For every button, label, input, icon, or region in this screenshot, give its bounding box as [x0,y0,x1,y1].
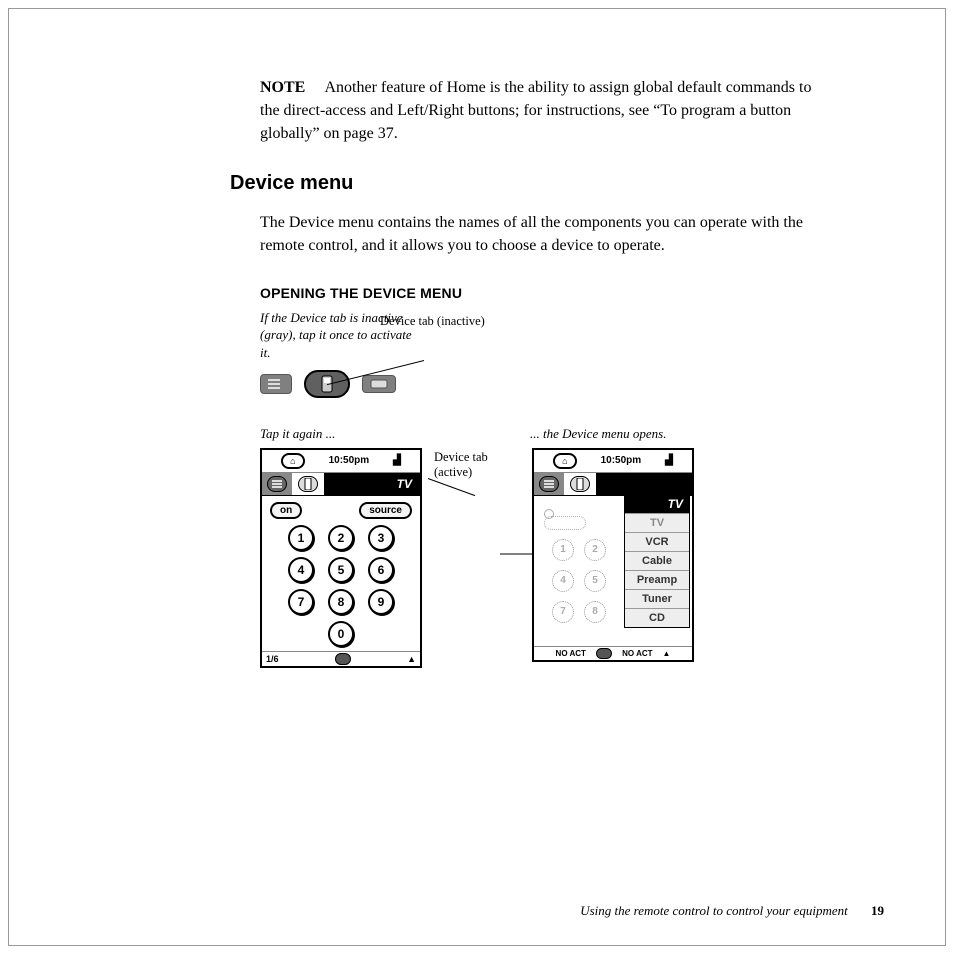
section-heading: Device menu [230,172,894,195]
device-menu-item-preamp: Preamp [625,570,689,589]
footer-text: Using the remote control to control your… [580,903,848,918]
device-menu-panel: TV TV VCR Cable Preamp Tuner CD [624,494,690,628]
digit-5: 5 [328,557,354,583]
tab-bar-illustration [260,370,894,398]
home-icon: ⌂ [281,453,304,469]
scroll-up-icon: ▲ [663,649,671,658]
section-body: The Device menu contains the names of al… [260,211,834,257]
battery-icon: ▟ [393,455,401,466]
device-tab-small-icon [570,476,590,492]
digit-8: 8 [328,589,354,615]
bottom-pill-icon [335,653,352,665]
device-menu-header: TV [625,495,689,513]
list-tab-icon [260,374,292,394]
device-menu-item-tv: TV [625,513,689,532]
on-button: on [270,502,302,519]
noact-right: NO ACT [622,649,652,658]
digit-7: 7 [288,589,314,615]
caption-opens: ... the Device menu opens. [530,426,666,442]
digit-9: 9 [368,589,394,615]
callout-device-tab-inactive: Device tab (inactive) [380,314,520,329]
page-number: 19 [871,903,884,918]
digit-3: 3 [368,525,394,551]
device-menu-item-cable: Cable [625,551,689,570]
source-button: source [359,502,412,519]
current-device-label: TV [324,477,420,491]
subheading: OPENING THE DEVICE MENU [260,285,894,301]
noact-left: NO ACT [556,649,586,658]
remote-screen-closed: ⌂ 10:50pm ▟ TV on source 1 2 3 [260,448,422,668]
keypad-ghosted: 12 45 78 [540,516,626,634]
home-icon: ⌂ [553,453,576,469]
caption-tap-again: Tap it again ... [260,426,335,442]
battery-icon: ▟ [665,455,673,466]
page-indicator: 1/6 [266,654,279,664]
scroll-up-icon: ▲ [407,654,416,664]
digit-4: 4 [288,557,314,583]
device-tab-small-icon [298,476,318,492]
callout-device-tab-active: Device tab (active) [434,450,504,481]
bottom-pill-icon [596,648,612,659]
remote-screen-open: ⌂ 10:50pm ▟ 12 45 78 TV TV [532,448,694,662]
device-menu-item-tuner: Tuner [625,589,689,608]
device-menu-item-vcr: VCR [625,532,689,551]
clock-time: 10:50pm [329,455,370,466]
digit-1: 1 [288,525,314,551]
page-footer: Using the remote control to control your… [580,903,884,919]
note-text: Another feature of Home is the ability t… [260,79,811,142]
note-label: NOTE [260,79,305,96]
list-tab-small-icon [539,476,559,492]
digit-6: 6 [368,557,394,583]
clock-time: 10:50pm [601,455,642,466]
list-tab-small-icon [267,476,287,492]
digit-0: 0 [328,621,354,647]
digit-2: 2 [328,525,354,551]
note-paragraph: NOTE Another feature of Home is the abil… [260,76,834,146]
macro-tab-icon [362,375,396,393]
device-menu-item-cd: CD [625,608,689,627]
